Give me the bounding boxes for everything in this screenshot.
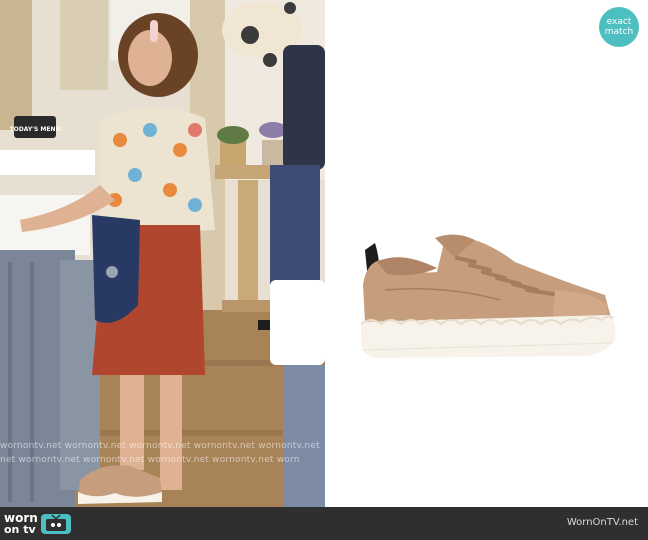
menu-sign-text: TODAY'S MENU <box>10 126 61 133</box>
exact-match-line2: match <box>604 27 634 37</box>
scene-illustration: TODAY'S MENU <box>0 0 325 507</box>
tv-icon <box>40 514 71 534</box>
footer-bar: worn on tv WornOnTV.net <box>0 507 648 540</box>
watermark-row: wornontv.net wornontv.net wornontv.net w… <box>0 441 320 451</box>
exact-match-badge[interactable]: exact match <box>599 7 639 47</box>
sneaker-image[interactable] <box>325 0 648 507</box>
product-image-panel[interactable] <box>325 0 648 507</box>
logo-line2: on tv <box>4 523 36 536</box>
exact-match-line1: exact <box>606 17 632 27</box>
site-url-link[interactable]: WornOnTV.net <box>567 517 638 528</box>
watermark-row: net wornontv.net wornontv.net wornontv.n… <box>0 455 300 465</box>
episode-photo: TODAY'S MENU wornontv.net wornontv.net w… <box>0 0 325 507</box>
site-logo[interactable]: worn on tv <box>4 511 71 537</box>
